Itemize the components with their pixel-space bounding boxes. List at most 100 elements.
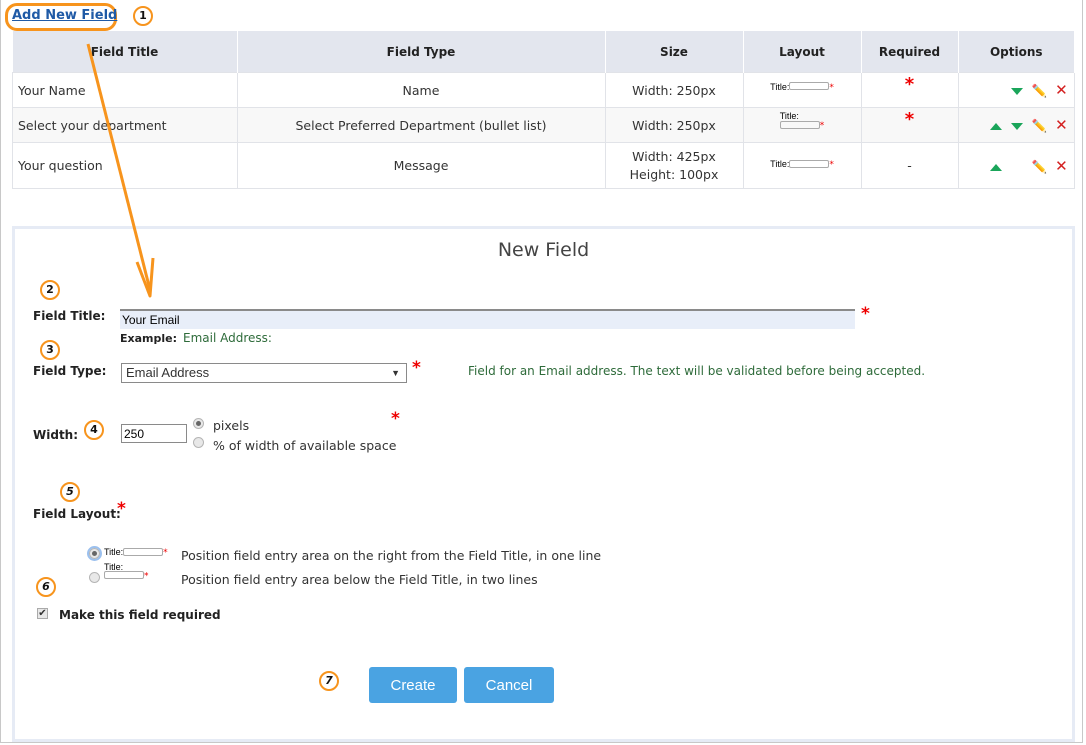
column-header-options: Options [958, 31, 1075, 73]
field-title-input[interactable] [120, 309, 855, 329]
move-up-icon[interactable] [987, 118, 1005, 133]
edit-pencil-icon[interactable]: ✏️ [1030, 118, 1048, 134]
annotation-badge-5: 5 [60, 482, 80, 502]
dropdown-arrow-icon: ▼ [391, 368, 400, 378]
layout-mini-star: * [163, 548, 168, 558]
column-header-field-type: Field Type [237, 31, 606, 73]
cell-options: ✏️ ✕ [957, 142, 1075, 189]
width-unit-percent-label: % of width of available space [213, 438, 397, 453]
required-star-icon: * [904, 73, 915, 95]
example-label: Example: [120, 332, 177, 345]
layout-one-line-label: Position field entry area on the right f… [181, 548, 602, 563]
cell-required: - [860, 142, 959, 189]
cell-field-type: Name [236, 72, 606, 108]
layout-mini-star: * [144, 571, 149, 582]
required-star-icon: * [117, 499, 126, 519]
layout-mini-box [789, 82, 830, 90]
fields-table: Field Title Field Type Size Layout Requi… [12, 31, 1075, 189]
cell-required: * [860, 107, 959, 143]
width-input[interactable] [121, 424, 187, 443]
add-new-field-link[interactable]: Add New Field [12, 8, 117, 23]
panel-title: New Field [497, 239, 590, 261]
layout-mini-title: Title: [770, 159, 790, 169]
not-required-dash: - [907, 158, 912, 173]
layout-preview-one-line: Title: * [770, 155, 834, 170]
cell-required: * [860, 72, 959, 108]
layout-mini-box [123, 547, 164, 556]
cell-options: ✏️ ✕ [957, 72, 1075, 108]
layout-preview-one-line: Title: * [770, 78, 834, 93]
move-down-icon[interactable] [1008, 118, 1026, 133]
edit-pencil-icon[interactable]: ✏️ [1030, 159, 1048, 175]
required-checkbox-label: Make this field required [59, 608, 221, 622]
cell-field-title: Your Name [12, 72, 238, 108]
layout-mini-title: Title: [104, 547, 124, 557]
width-unit-pixels-label: pixels [213, 418, 250, 433]
column-header-layout: Layout [743, 31, 862, 73]
edit-pencil-icon[interactable]: ✏️ [1030, 83, 1048, 99]
delete-x-icon[interactable]: ✕ [1052, 157, 1070, 175]
cell-layout: Title: * [742, 142, 862, 189]
annotation-badge-1: 1 [133, 6, 153, 26]
layout-two-line-label: Position field entry area below the Fiel… [181, 572, 538, 587]
move-down-icon[interactable] [1008, 83, 1026, 98]
size-width: Width: 425px [632, 148, 716, 164]
cell-layout: Title: * [742, 72, 862, 108]
annotation-badge-3: 3 [40, 340, 60, 360]
layout-mini-box [104, 571, 144, 579]
layout-mini-box [789, 159, 830, 168]
field-type-selected: Email Address [126, 365, 210, 380]
column-header-field-title: Field Title [12, 31, 238, 73]
new-field-panel: New Field 2 Field Title: * Example: Email… [12, 226, 1075, 742]
move-up-icon[interactable] [987, 159, 1005, 174]
layout-mini-title: Title: [779, 111, 799, 121]
column-header-size: Size [605, 31, 744, 73]
layout-mini-title: Title: [770, 81, 790, 92]
layout-mini-star: * [829, 82, 834, 93]
cell-field-title: Your question [12, 142, 238, 189]
column-header-required: Required [861, 31, 959, 73]
annotation-badge-2: 2 [40, 280, 60, 300]
table-header-row: Field Title Field Type Size Layout Requi… [12, 31, 1075, 73]
field-type-label: Field Type: [33, 364, 107, 378]
example-value: Email Address: [183, 331, 272, 345]
field-layout-label: Field Layout: [33, 507, 121, 521]
cell-field-title: Select your department [12, 107, 238, 143]
cell-layout: Title: * [742, 107, 862, 143]
cell-field-type: Message [236, 142, 606, 189]
width-unit-pixels-radio[interactable] [193, 418, 204, 429]
field-type-select[interactable]: Email Address ▼ [121, 363, 407, 383]
layout-one-line-radio[interactable] [87, 546, 102, 561]
layout-preview-two-line: Title: * [779, 111, 825, 131]
required-star-icon: * [412, 358, 421, 378]
cell-field-type: Select Preferred Department (bullet list… [236, 107, 606, 143]
delete-x-icon[interactable]: ✕ [1052, 81, 1070, 99]
cancel-button[interactable]: Cancel [464, 667, 554, 703]
create-button[interactable]: Create [369, 667, 457, 703]
delete-x-icon[interactable]: ✕ [1052, 116, 1070, 134]
table-row: Your question Message Width: 425px Heigh… [12, 142, 1075, 189]
example-text: Example: Email Address: [120, 331, 272, 345]
layout-mini-star: * [829, 160, 834, 170]
size-height: Height: 100px [629, 166, 719, 182]
table-row: Your Name Name Width: 250px Title: * * ✏️… [12, 72, 1075, 108]
required-star-icon: * [391, 409, 400, 429]
layout-mini-box [779, 120, 820, 129]
size-width: Width: 250px [632, 117, 716, 133]
cell-options: ✏️ ✕ [957, 107, 1075, 143]
width-unit-percent-radio[interactable] [193, 437, 204, 448]
layout-mini-star: * [819, 121, 825, 131]
annotation-badge-7: 7 [319, 671, 339, 691]
layout-two-line-radio[interactable] [89, 572, 100, 583]
required-star-icon: * [861, 304, 870, 324]
size-width: Width: 250px [632, 82, 716, 98]
annotation-badge-6: 6 [36, 577, 56, 597]
cell-size: Width: 250px [604, 72, 744, 108]
field-type-hint: Field for an Email address. The text wil… [468, 364, 926, 378]
layout-preview-one-line: Title: * [104, 544, 168, 559]
required-star-icon: * [904, 108, 915, 130]
annotation-badge-4: 4 [84, 420, 104, 440]
layout-preview-two-line: Title: * [104, 563, 149, 581]
table-row: Select your department Select Preferred … [12, 107, 1075, 143]
required-checkbox[interactable]: ✔ [37, 608, 48, 619]
